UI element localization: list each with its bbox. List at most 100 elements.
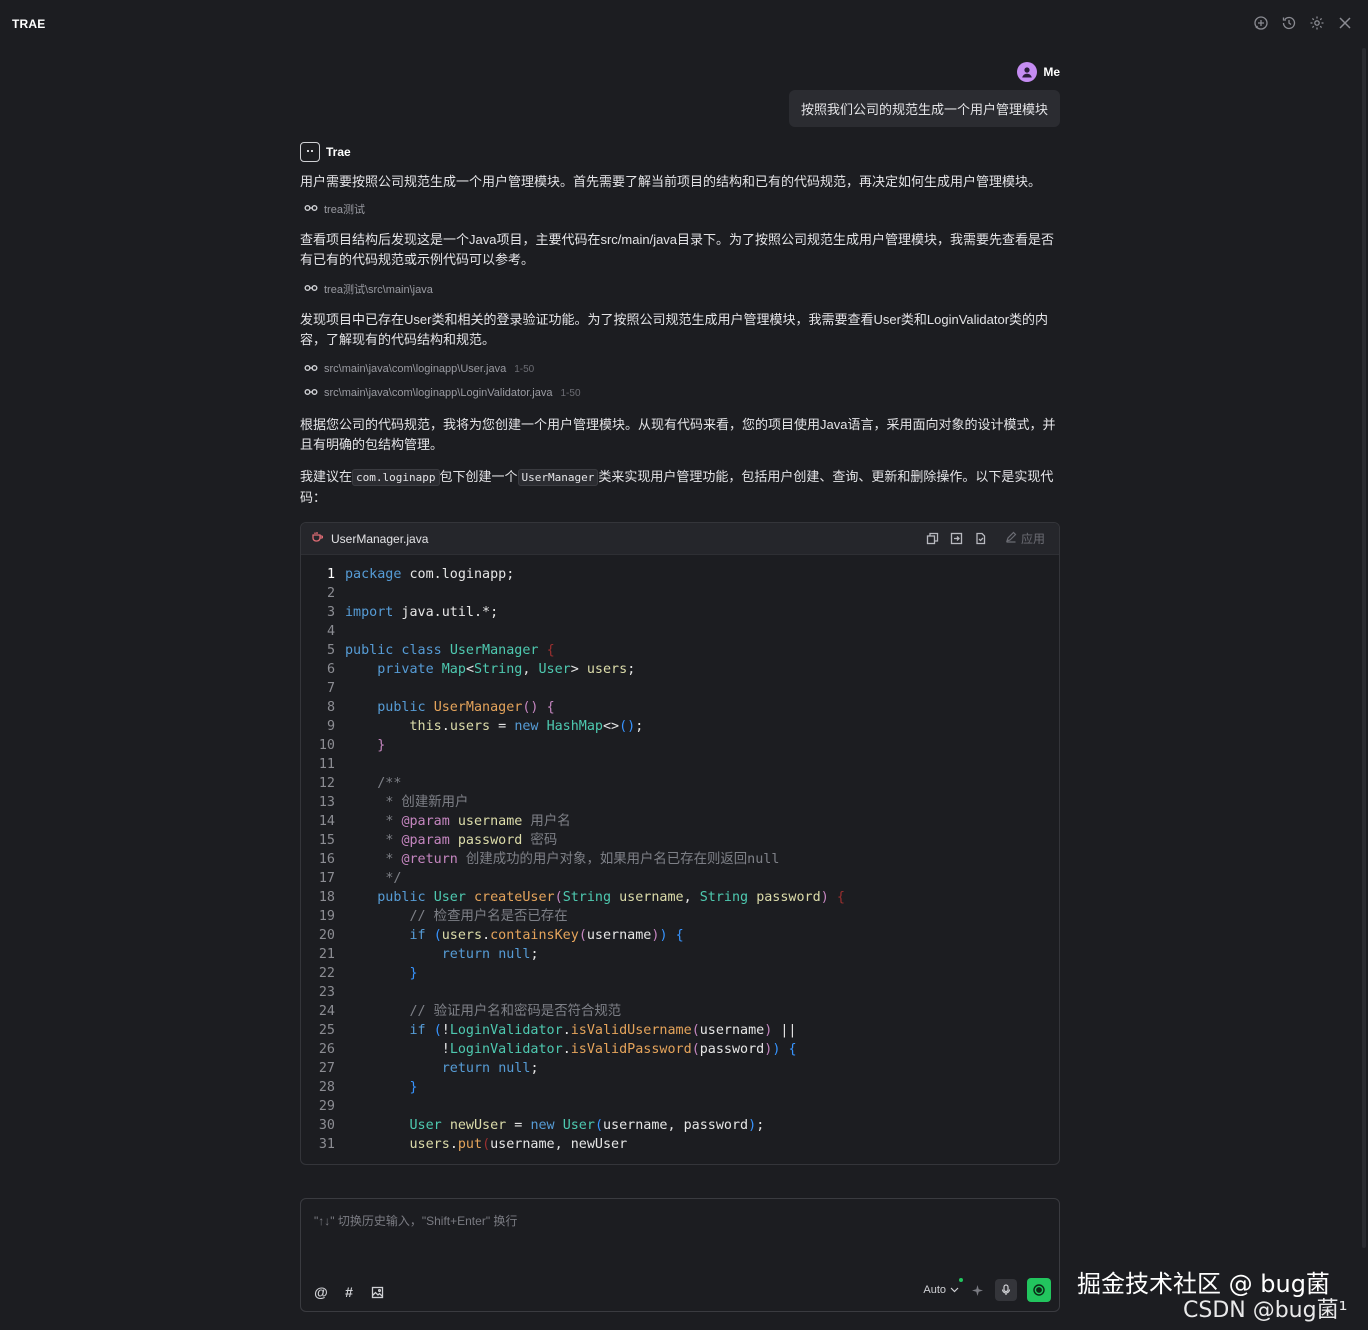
- line-text: }: [409, 1080, 418, 1095]
- line-number: 5: [326, 643, 335, 658]
- line-number: 20: [318, 928, 335, 943]
- line-text: }: [409, 966, 418, 981]
- line-number: 24: [318, 1004, 335, 1019]
- file-reference-path: trea测试: [324, 204, 365, 216]
- line-number: 21: [318, 947, 335, 962]
- line-text: this.users = new HashMap<>();: [409, 719, 644, 734]
- settings-icon[interactable]: [1308, 14, 1326, 32]
- diff-icon[interactable]: [971, 529, 991, 549]
- history-icon[interactable]: [1280, 14, 1298, 32]
- line-text: return null;: [441, 1061, 539, 1076]
- file-reference[interactable]: src\main\java\com\loginapp\LoginValidato…: [300, 385, 1060, 401]
- glasses-icon: [304, 363, 318, 375]
- line-text: User newUser = new User(username, passwo…: [409, 1118, 765, 1133]
- chat-input[interactable]: "↑↓" 切换历史输入，"Shift+Enter" 换行 @ # Auto: [300, 1198, 1060, 1312]
- code-line: 30 User newUser = new User(username, pas…: [301, 1116, 1059, 1135]
- file-reference[interactable]: src\main\java\com\loginapp\User.java 1-5…: [300, 361, 1060, 377]
- user-header: Me: [1017, 62, 1060, 82]
- chat-input-placeholder[interactable]: "↑↓" 切换历史输入，"Shift+Enter" 换行: [314, 1212, 517, 1229]
- user-name: Me: [1043, 65, 1060, 79]
- line-text: * @param username 用户名: [385, 814, 571, 829]
- line-number: 13: [318, 795, 335, 810]
- file-reference-range: 1-50: [514, 363, 535, 375]
- title-bar: TRAE: [0, 0, 1368, 48]
- new-chat-icon[interactable]: [1252, 14, 1270, 32]
- line-text: // 验证用户名和密码是否符合规范: [409, 1004, 622, 1019]
- mode-select[interactable]: Auto: [923, 1278, 963, 1296]
- code-line: 27 return null;: [301, 1059, 1059, 1078]
- line-number: 23: [318, 985, 335, 1000]
- line-number: 7: [326, 681, 335, 696]
- image-upload-icon[interactable]: [369, 1284, 385, 1300]
- mode-label: Auto: [923, 1284, 946, 1296]
- apply-button[interactable]: 应用: [1001, 530, 1049, 547]
- line-number: 8: [326, 700, 335, 715]
- code-line: 25 if (!LoginValidator.isValidUsername(u…: [301, 1021, 1059, 1040]
- user-avatar-icon: [1017, 62, 1038, 82]
- assistant-header: Trae: [300, 142, 1060, 162]
- copy-icon[interactable]: [923, 529, 943, 549]
- glasses-icon: [304, 203, 318, 215]
- code-line: 19 // 检查用户名是否已存在: [301, 907, 1059, 926]
- line-number: 27: [318, 1061, 335, 1076]
- file-reference[interactable]: trea测试\src\main\java: [300, 281, 1060, 297]
- send-button[interactable]: [1027, 1278, 1051, 1302]
- line-text: }: [377, 738, 386, 753]
- line-text: [335, 1097, 345, 1116]
- line-number: 25: [318, 1023, 335, 1038]
- input-tools: @ #: [313, 1284, 385, 1300]
- line-number: 9: [326, 719, 335, 734]
- line-text: import java.util.*;: [345, 605, 499, 620]
- sparkle-icon[interactable]: [969, 1282, 985, 1298]
- hash-context-icon[interactable]: #: [341, 1284, 357, 1300]
- line-number: 31: [318, 1137, 335, 1152]
- line-text: public UserManager() {: [377, 700, 555, 715]
- line-number: 2: [326, 586, 335, 601]
- glasses-icon: [304, 283, 318, 295]
- code-line: 7: [301, 679, 1059, 698]
- assistant-paragraph: 用户需要按照公司规范生成一个用户管理模块。首先需要了解当前项目的结构和已有的代码…: [300, 174, 1042, 189]
- line-text: users.put(username, newUser: [409, 1137, 628, 1152]
- file-reference-path: src\main\java\com\loginapp\LoginValidato…: [324, 387, 553, 399]
- code-content[interactable]: 1 package com.loginapp; 2 3 import java.util…: [301, 555, 1059, 1154]
- assistant-paragraph: 我建议在 com.loginapp 包下创建一个 UserManager 类来实现用户管…: [300, 467, 1060, 508]
- file-reference[interactable]: trea测试: [300, 201, 1060, 217]
- apply-label: 应用: [1020, 532, 1045, 546]
- code-line: 11: [301, 755, 1059, 774]
- code-line: 10 }: [301, 736, 1059, 755]
- line-number: 1: [326, 567, 335, 582]
- line-number: 28: [318, 1080, 335, 1095]
- code-line: 12 /**: [301, 774, 1059, 793]
- close-icon[interactable]: [1336, 14, 1354, 32]
- line-number: 29: [318, 1099, 335, 1114]
- glasses-icon: [304, 387, 318, 399]
- inline-code-package: com.loginapp: [352, 469, 440, 486]
- app-brand: TRAE: [12, 17, 46, 31]
- watermark-csdn: CSDN @bug菌¹: [1183, 1298, 1348, 1323]
- line-number: 15: [318, 833, 335, 848]
- at-mention-icon[interactable]: @: [313, 1284, 329, 1300]
- code-line: 17 */: [301, 869, 1059, 888]
- line-number: 14: [318, 814, 335, 829]
- file-reference-range: 1-50: [560, 387, 581, 399]
- code-line: 20 if (users.containsKey(username)) {: [301, 926, 1059, 945]
- line-number: 12: [318, 776, 335, 791]
- code-line: 2: [301, 584, 1059, 603]
- line-text: return null;: [441, 947, 539, 962]
- line-text: [335, 755, 345, 774]
- code-block: UserManager.java 应用 1 package com.loginap…: [300, 522, 1060, 1165]
- scrollbar[interactable]: [1362, 48, 1366, 1248]
- chevron-down-icon: [950, 1284, 959, 1296]
- code-line: 28 }: [301, 1078, 1059, 1097]
- insert-icon[interactable]: [947, 529, 967, 549]
- assistant-name: Trae: [326, 145, 351, 159]
- microphone-icon[interactable]: [995, 1279, 1017, 1301]
- trae-logo-icon: [300, 142, 320, 162]
- line-text: [335, 622, 345, 641]
- line-number: 17: [318, 871, 335, 886]
- title-bar-actions: [1252, 14, 1354, 32]
- code-line: 5 public class UserManager {: [301, 641, 1059, 660]
- code-line: 29: [301, 1097, 1059, 1116]
- code-line: 9 this.users = new HashMap<>();: [301, 717, 1059, 736]
- line-number: 19: [318, 909, 335, 924]
